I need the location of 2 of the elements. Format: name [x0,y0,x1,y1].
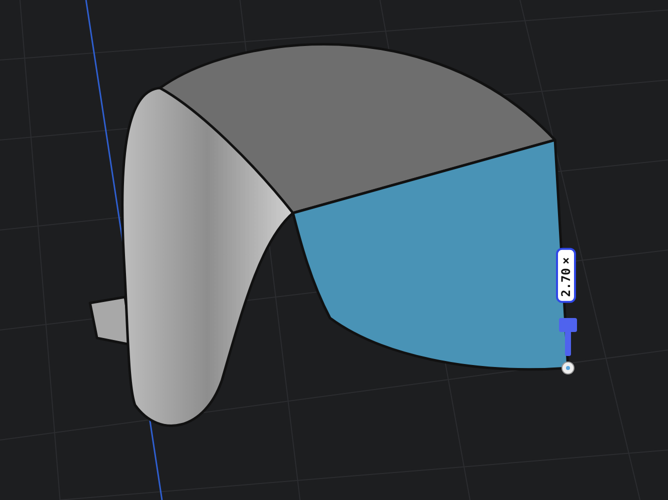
dimension-label[interactable]: 2.70× [556,248,576,303]
drag-handle-icon[interactable] [559,318,577,374]
